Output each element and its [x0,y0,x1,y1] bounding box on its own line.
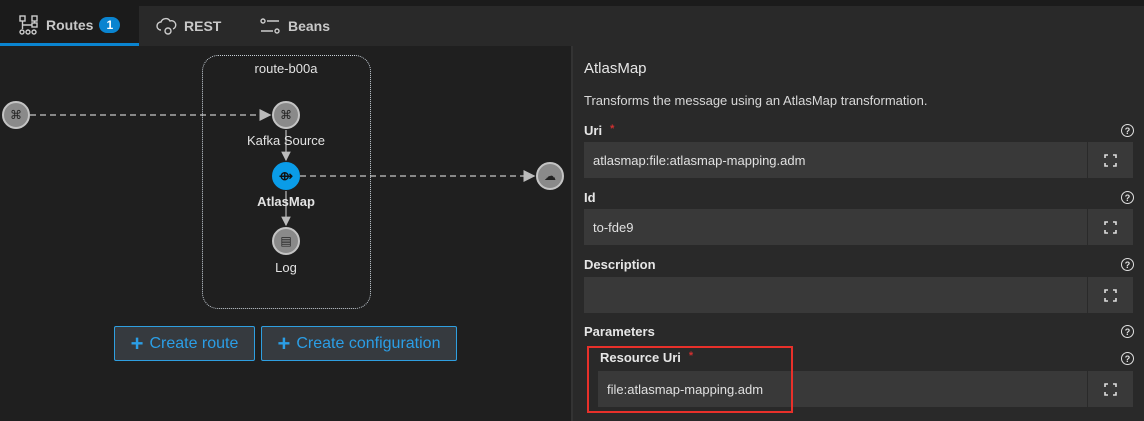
description-input[interactable] [584,277,1087,313]
expand-icon[interactable] [1087,209,1133,245]
expand-icon[interactable] [1087,142,1133,178]
create-route-button[interactable]: + Create route [114,326,255,361]
panel-title: AtlasMap [584,60,647,77]
field-label-uri: Uri * [584,123,615,138]
plus-icon: + [277,330,291,356]
create-configuration-button[interactable]: + Create configuration [261,326,457,361]
kafka-icon: ⌘ [10,108,22,122]
id-input[interactable]: to-fde9 [584,209,1087,245]
field-label-id: Id [584,190,596,205]
field-label-description: Description [584,257,656,272]
button-label: Create configuration [296,334,441,352]
required-mark: * [610,123,615,135]
button-label: Create route [149,334,239,352]
expand-icon[interactable] [1087,371,1133,407]
atlasmap-node[interactable]: ⟴ [272,162,300,190]
kafka-icon: ⌘ [280,108,292,122]
highlight-box [587,346,793,413]
route-name: route-b00a [254,61,318,76]
external-kafka-node[interactable]: ⌘ [2,101,30,129]
help-icon[interactable]: ? [1121,258,1134,271]
panel-description: Transforms the message using an AtlasMap… [584,93,928,108]
cloud-stream-icon: ☁ [544,169,556,183]
node-label: Log [275,260,297,275]
log-node[interactable]: ▤ [272,227,300,255]
plus-icon: + [130,330,144,356]
node-label: AtlasMap [257,194,315,209]
external-cloud-node[interactable]: ☁ [536,162,564,190]
log-icon: ▤ [280,234,292,248]
parameters-label: Parameters [584,324,655,339]
help-icon[interactable]: ? [1121,191,1134,204]
uri-input[interactable]: atlasmap:file:atlasmap-mapping.adm [584,142,1087,178]
node-label: Kafka Source [246,133,326,148]
atlasmap-icon: ⟴ [279,169,293,183]
expand-icon[interactable] [1087,277,1133,313]
help-icon[interactable]: ? [1121,352,1134,365]
help-icon[interactable]: ? [1121,325,1134,338]
kafka-source-node[interactable]: ⌘ [272,101,300,129]
help-icon[interactable]: ? [1121,124,1134,137]
